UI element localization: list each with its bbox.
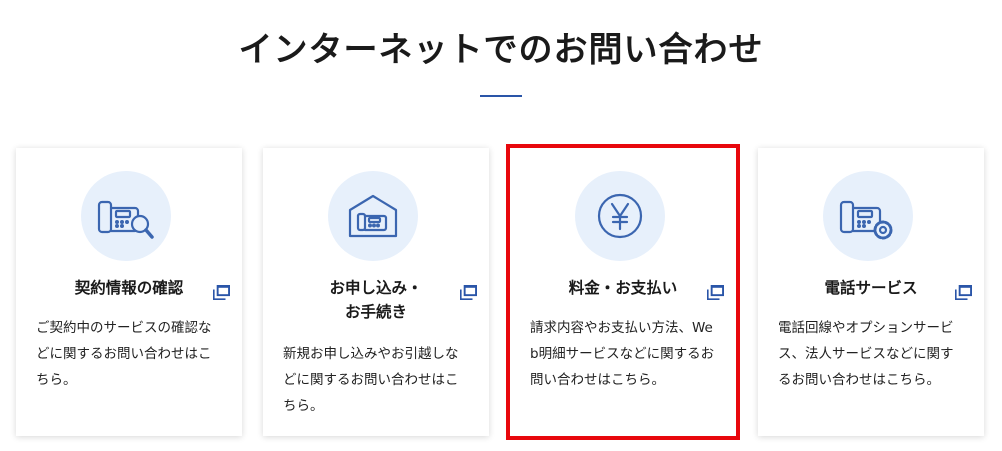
icon-circle	[81, 171, 171, 261]
card-title: お申し込み・ お手続き	[263, 276, 489, 324]
icon-circle	[823, 171, 913, 261]
card-title: 電話サービス	[758, 276, 984, 300]
card-contract-info[interactable]: 契約情報の確認 ご契約中のサービスの確認などに関するお問い合わせはこちら。	[16, 148, 242, 436]
external-window-icon	[707, 285, 724, 300]
external-window-icon	[213, 285, 230, 300]
card-title-line: お手続き	[344, 303, 407, 321]
phone-house-icon	[348, 194, 398, 238]
yen-icon	[597, 193, 643, 239]
external-window-icon	[955, 285, 972, 300]
card-description: ご契約中のサービスの確認などに関するお問い合わせはこちら。	[36, 320, 212, 388]
phone-gear-icon	[839, 200, 893, 240]
card-title-line: 料金・お支払い	[568, 279, 678, 297]
card-title: 料金・お支払い	[510, 276, 736, 300]
card-description: 請求内容やお支払い方法、Web明細サービスなどに関するお問い合わせはこちら。	[530, 320, 715, 388]
external-window-icon	[460, 285, 477, 300]
title-underline	[480, 95, 522, 97]
card-phone-service[interactable]: 電話サービス 電話回線やオプションサービス、法人サービスなどに関するお問い合わせ…	[758, 148, 984, 436]
card-title-line: 契約情報の確認	[74, 279, 184, 297]
card-application[interactable]: お申し込み・ お手続き 新規お申し込みやお引越しなどに関するお問い合わせはこちら…	[263, 148, 489, 436]
card-description: 新規お申し込みやお引越しなどに関するお問い合わせはこちら。	[283, 346, 459, 414]
inquiry-page: インターネットでのお問い合わせ 契約情報の確認 ご契約中のサービスの確認などに関…	[0, 0, 1002, 451]
card-description: 電話回線やオプションサービス、法人サービスなどに関するお問い合わせはこちら。	[778, 320, 954, 388]
card-title-line: お申し込み・	[329, 279, 423, 297]
icon-circle	[575, 171, 665, 261]
card-billing-payment[interactable]: 料金・お支払い 請求内容やお支払い方法、Web明細サービスなどに関するお問い合わ…	[506, 144, 740, 440]
phone-search-icon	[97, 200, 154, 239]
card-title-line: 電話サービス	[824, 279, 918, 297]
section-title: インターネットでのお問い合わせ	[238, 30, 764, 70]
card-title: 契約情報の確認	[16, 276, 242, 300]
icon-circle	[328, 171, 418, 261]
